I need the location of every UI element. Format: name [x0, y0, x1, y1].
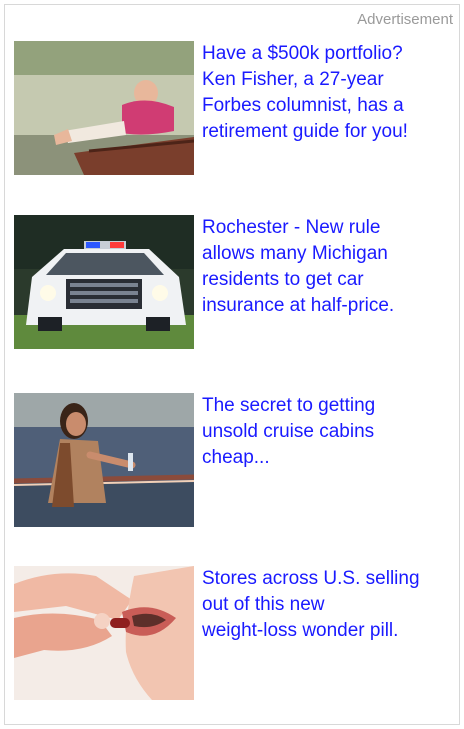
pill-mouth-image[interactable]	[14, 566, 194, 700]
cruise-woman-image[interactable]	[14, 393, 194, 527]
ad-link-weight-loss[interactable]: Stores across U.S. selling out of this n…	[202, 566, 464, 644]
ad-container: Advertisement Have a $500k portfolio? Ke…	[4, 4, 460, 725]
ad-link-car-insurance[interactable]: Rochester - New rule allows many Michiga…	[202, 215, 464, 319]
ad-item-portfolio[interactable]: Have a $500k portfolio? Ken Fisher, a 27…	[14, 41, 461, 175]
ad-item-weight-loss[interactable]: Stores across U.S. selling out of this n…	[14, 566, 461, 700]
police-car-image[interactable]	[14, 215, 194, 349]
lakeside-man-image[interactable]	[14, 41, 194, 175]
advertisement-label: Advertisement	[357, 11, 453, 28]
ad-item-cruise[interactable]: The secret to getting unsold cruise cabi…	[14, 393, 461, 527]
ad-link-cruise[interactable]: The secret to getting unsold cruise cabi…	[202, 393, 464, 471]
ad-link-portfolio[interactable]: Have a $500k portfolio? Ken Fisher, a 27…	[202, 41, 464, 145]
ad-item-car-insurance[interactable]: Rochester - New rule allows many Michiga…	[14, 215, 461, 349]
